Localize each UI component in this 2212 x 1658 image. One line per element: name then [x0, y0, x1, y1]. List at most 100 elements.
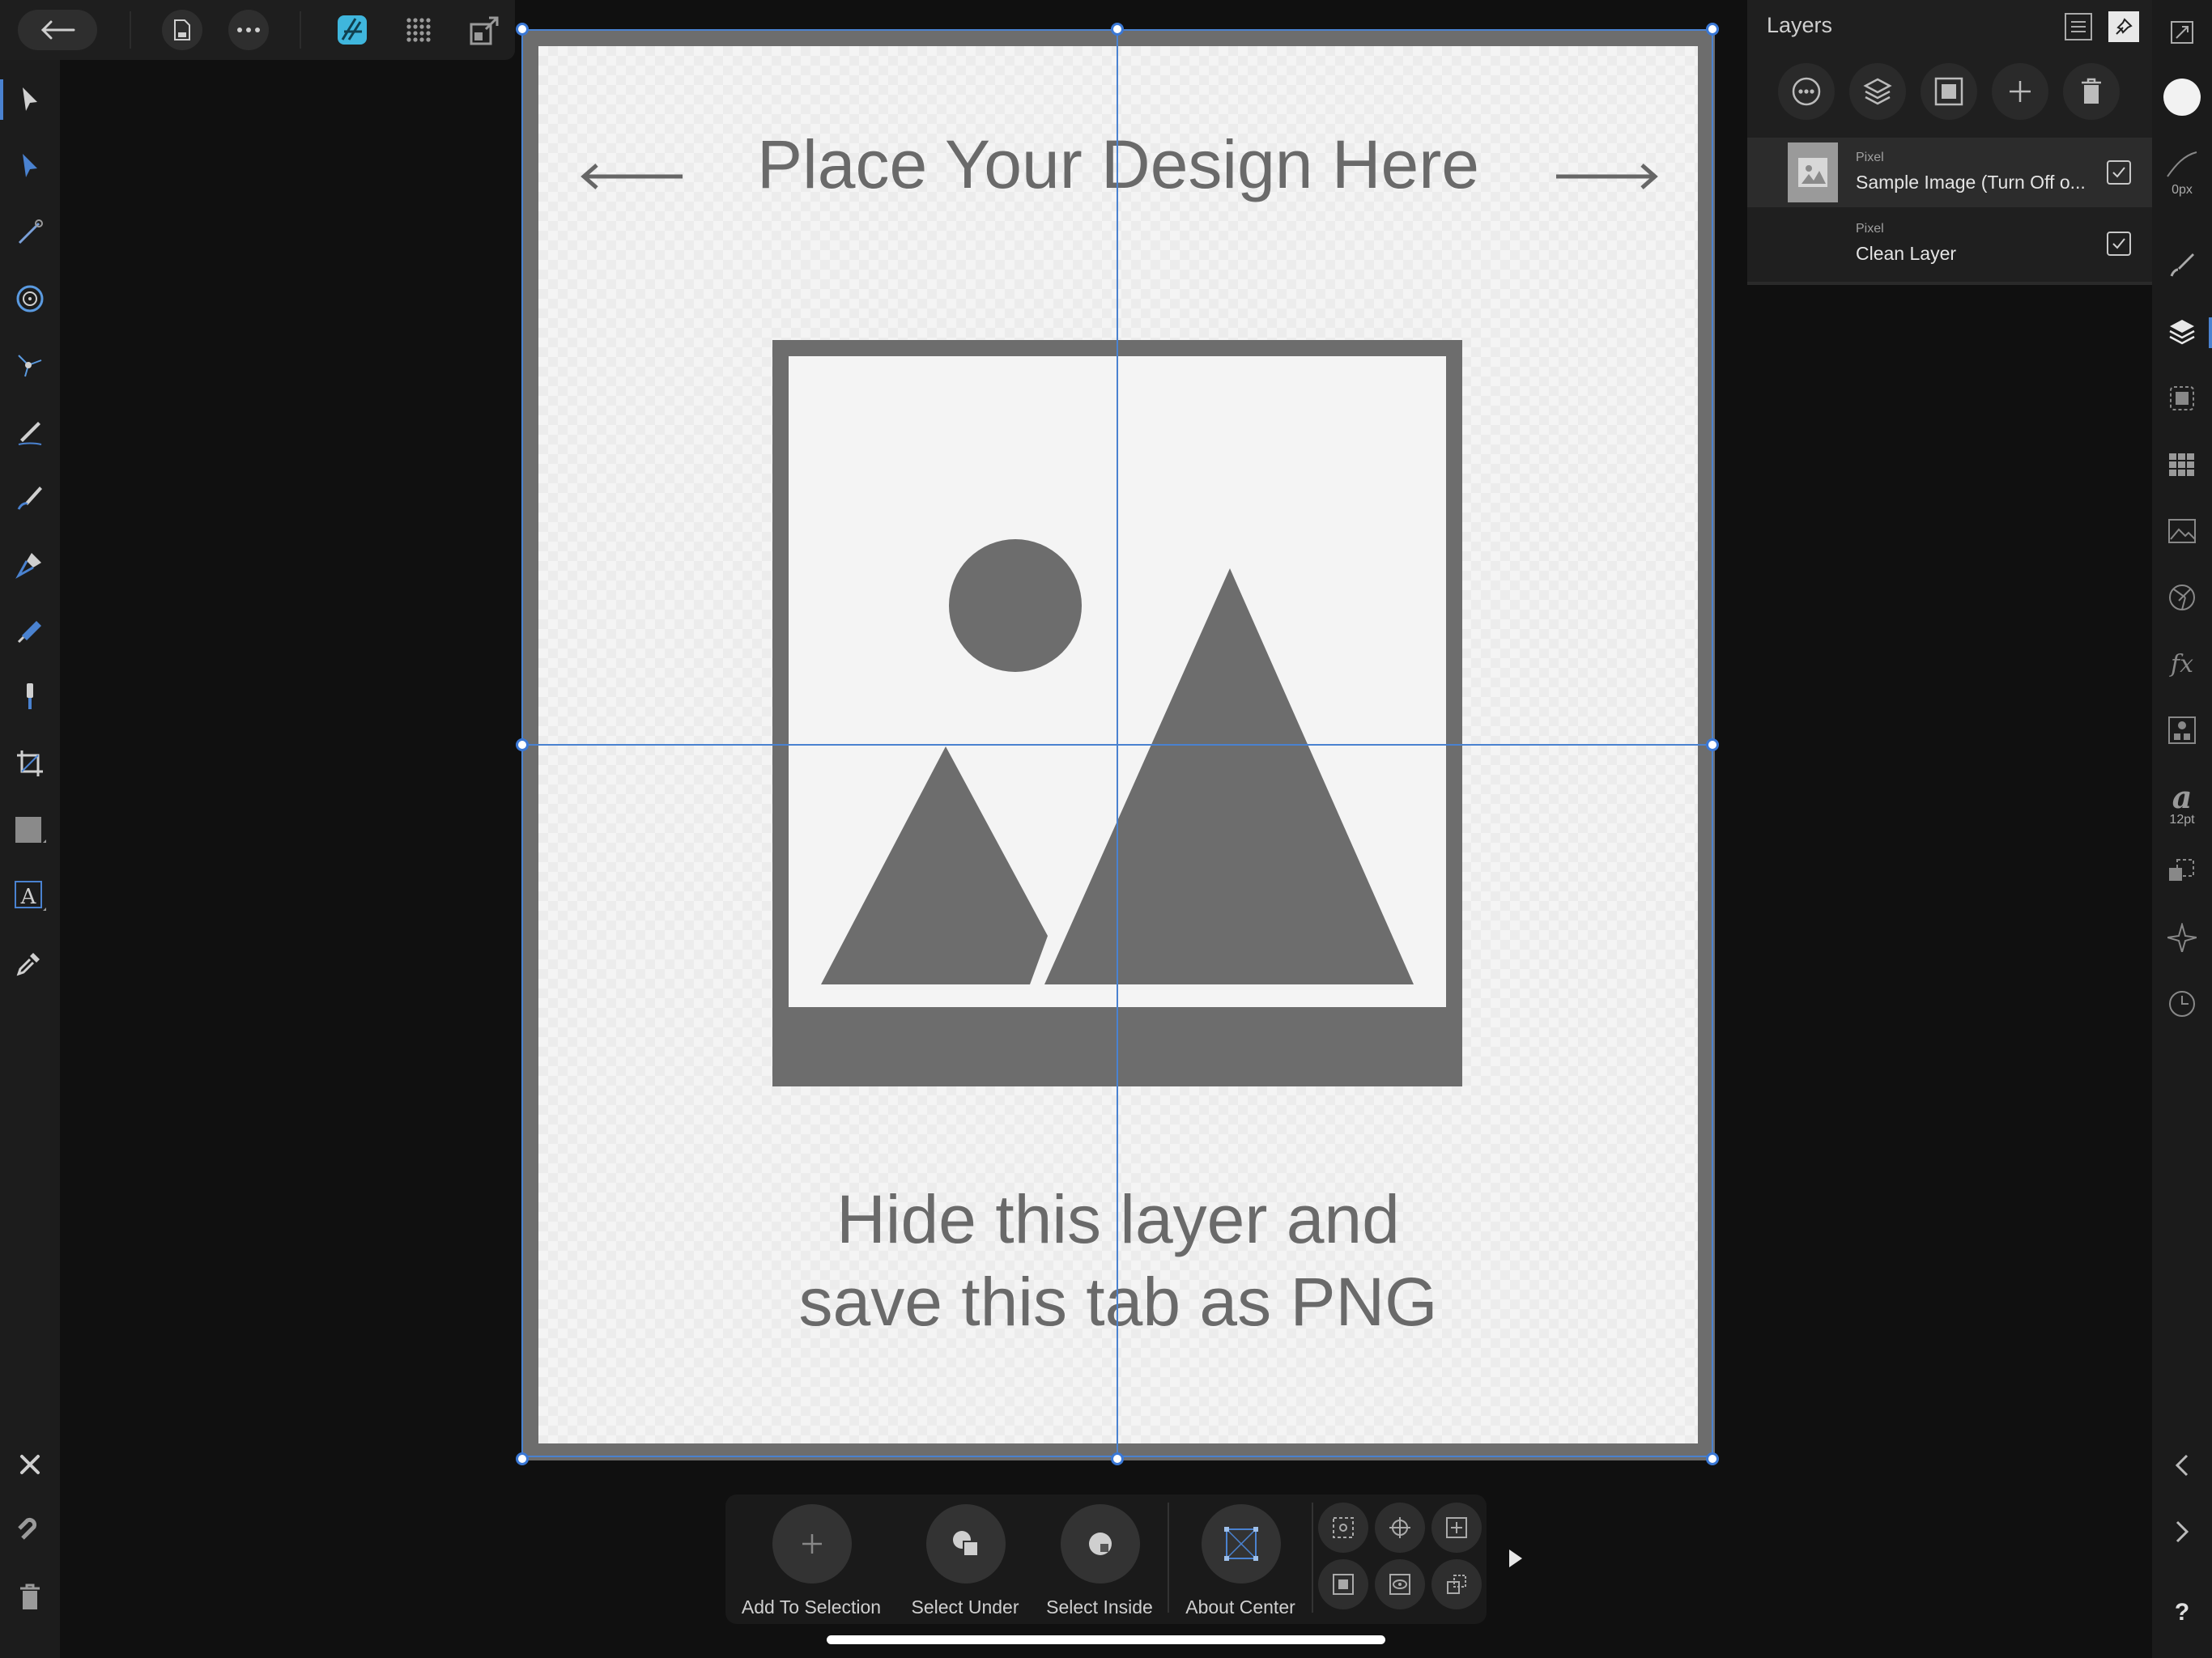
transform-origin-button[interactable]: [1318, 1503, 1368, 1553]
magnet-icon: [18, 1517, 37, 1540]
layer-name: Clean Layer: [1856, 243, 1957, 264]
stroke-icon: [2167, 151, 2197, 177]
navigator-button[interactable]: [2152, 499, 2212, 563]
trash-icon: [20, 1584, 40, 1609]
cancel-button[interactable]: [0, 1431, 60, 1498]
pencil-tool[interactable]: [0, 398, 60, 465]
text-tool[interactable]: A: [0, 863, 60, 929]
add-to-selection-circle: [772, 1504, 852, 1584]
resize-handle-top-right[interactable]: [1706, 23, 1719, 36]
text-style-icon: a: [2172, 779, 2193, 815]
layer-name: Sample Image (Turn Off o...: [1856, 172, 2086, 193]
pen-tool[interactable]: [0, 531, 60, 597]
select-under-button[interactable]: Select Under: [900, 1504, 1030, 1618]
shape-tool[interactable]: [0, 797, 60, 863]
layers-panel-title: Layers: [1767, 13, 1833, 37]
ellipsis-icon: [237, 28, 260, 32]
plus-icon: [802, 1534, 822, 1554]
add-adjustment-button[interactable]: [1849, 63, 1906, 120]
layers-menu-button[interactable]: [2063, 11, 2094, 42]
crop-tool[interactable]: [0, 730, 60, 797]
fullscreen-button[interactable]: [2152, 0, 2212, 65]
toolbar-divider: [1312, 1503, 1313, 1613]
trash-icon: [2082, 78, 2101, 104]
add-mask-button[interactable]: [1921, 63, 1977, 120]
pin-icon: [2116, 18, 2133, 35]
select-inside-label: Select Inside: [1046, 1596, 1153, 1618]
effects-button[interactable]: fx: [2152, 631, 2212, 696]
resize-handle-right[interactable]: [1706, 738, 1719, 751]
back-button[interactable]: [18, 10, 97, 50]
layer-options-button[interactable]: [1778, 63, 1835, 120]
histogram-button[interactable]: [2152, 565, 2212, 630]
more-button[interactable]: [228, 10, 269, 50]
chevron-right-icon: [2176, 1520, 2189, 1543]
snapping-button[interactable]: [0, 1498, 60, 1564]
paint-brush-tool[interactable]: [0, 465, 60, 531]
transform-icon: [2169, 859, 2194, 881]
font-size-label: 12pt: [2169, 813, 2195, 827]
styles-button[interactable]: [2152, 698, 2212, 763]
resize-handle-bottom-right[interactable]: [1706, 1452, 1719, 1465]
resize-handle-left[interactable]: [516, 738, 529, 751]
layer-visibility-checkbox[interactable]: [2107, 232, 2131, 256]
stroke-button[interactable]: 0px: [2152, 133, 2212, 214]
brush-tool[interactable]: [0, 199, 60, 266]
history-button[interactable]: [2152, 971, 2212, 1036]
fill-tool[interactable]: [0, 597, 60, 664]
bounding-box-button[interactable]: [1318, 1559, 1368, 1609]
transform-button[interactable]: [2152, 839, 2212, 903]
select-under-label: Select Under: [911, 1596, 1019, 1618]
select-inside-button[interactable]: Select Inside: [1035, 1504, 1164, 1618]
color-button[interactable]: [2152, 65, 2212, 130]
marker-icon: [17, 621, 41, 644]
eyedropper-icon: [16, 953, 40, 976]
crosshair-button[interactable]: [1375, 1503, 1425, 1553]
expand-toolbar-button[interactable]: [1503, 1546, 1527, 1571]
plus-icon: [2010, 81, 2031, 102]
resize-handle-top[interactable]: [1111, 23, 1124, 36]
list-menu-icon: [2065, 13, 2092, 40]
target-tool[interactable]: [0, 266, 60, 332]
delete-button[interactable]: [0, 1564, 60, 1630]
paint-brush-icon: [17, 487, 42, 510]
about-center-button[interactable]: About Center: [1176, 1504, 1305, 1618]
smudge-tool[interactable]: [0, 664, 60, 730]
duplicate-button[interactable]: [1431, 1559, 1482, 1609]
expand-right-button[interactable]: [2152, 1499, 2212, 1564]
layer-type-label: Pixel: [1856, 222, 1884, 236]
eyedropper-tool[interactable]: [0, 929, 60, 996]
dashed-target-icon: [1333, 1517, 1354, 1538]
layers-studio-button[interactable]: [2152, 300, 2212, 364]
fit-button[interactable]: [1431, 1503, 1482, 1553]
delete-layer-button[interactable]: [2063, 63, 2120, 120]
pin-panel-button[interactable]: [2108, 11, 2139, 42]
document-button[interactable]: [162, 10, 202, 50]
rectangle-icon: [15, 817, 46, 843]
panel-divider: [1747, 282, 2152, 285]
finger-brush-icon: [27, 683, 33, 709]
collapse-left-button[interactable]: [2152, 1433, 2212, 1498]
add-layer-button[interactable]: [1992, 63, 2048, 120]
affinity-photo-icon: [338, 15, 367, 45]
help-button[interactable]: ?: [2152, 1580, 2212, 1645]
character-button[interactable]: a 12pt: [2152, 764, 2212, 845]
vector-node-tool[interactable]: [0, 332, 60, 398]
channels-button[interactable]: [2152, 366, 2212, 431]
layer-visibility-checkbox[interactable]: [2107, 160, 2131, 185]
export-persona-button[interactable]: [465, 10, 505, 50]
photo-persona-button[interactable]: [332, 10, 372, 50]
select-under-icon: [953, 1531, 979, 1557]
pixel-persona-button[interactable]: [398, 10, 439, 50]
add-to-selection-button[interactable]: Add To Selection: [742, 1504, 881, 1618]
close-icon: [20, 1455, 40, 1474]
move-tool[interactable]: [0, 66, 60, 133]
resize-handle-bottom-left[interactable]: [516, 1452, 529, 1465]
swatches-button[interactable]: [2152, 432, 2212, 497]
resize-handle-top-left[interactable]: [516, 23, 529, 36]
node-tool[interactable]: [0, 133, 60, 199]
preview-button[interactable]: [1375, 1559, 1425, 1609]
resize-handle-bottom[interactable]: [1111, 1452, 1124, 1465]
navigator-compass-button[interactable]: [2152, 905, 2212, 970]
brushes-button[interactable]: [2152, 232, 2212, 296]
